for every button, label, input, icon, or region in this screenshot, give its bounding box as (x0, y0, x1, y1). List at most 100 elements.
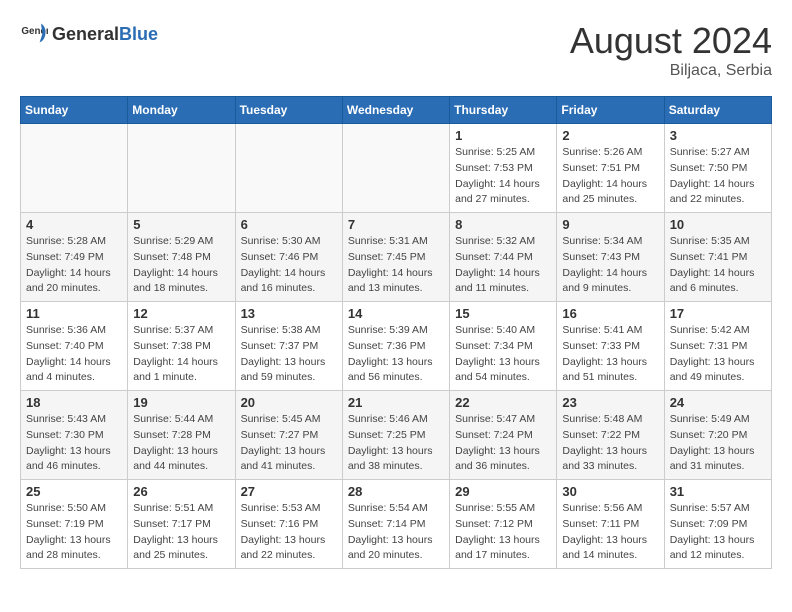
calendar-cell: 12Sunrise: 5:37 AMSunset: 7:38 PMDayligh… (128, 302, 235, 391)
day-detail: Sunrise: 5:26 AMSunset: 7:51 PMDaylight:… (562, 145, 658, 208)
calendar-cell: 19Sunrise: 5:44 AMSunset: 7:28 PMDayligh… (128, 391, 235, 480)
calendar-table: SundayMondayTuesdayWednesdayThursdayFrid… (20, 96, 772, 569)
column-header-saturday: Saturday (664, 97, 771, 124)
day-detail: Sunrise: 5:41 AMSunset: 7:33 PMDaylight:… (562, 323, 658, 386)
day-number: 20 (241, 395, 337, 410)
calendar-cell: 7Sunrise: 5:31 AMSunset: 7:45 PMDaylight… (342, 213, 449, 302)
calendar-header-row: SundayMondayTuesdayWednesdayThursdayFrid… (21, 97, 772, 124)
calendar-cell: 4 Sunrise: 5:28 AMSunset: 7:49 PMDaylight… (21, 213, 128, 302)
calendar-week-4: 18 Sunrise: 5:43 AMSunset: 7:30 PMDayligh… (21, 391, 772, 480)
day-detail: Sunrise: 5:54 AMSunset: 7:14 PMDaylight:… (348, 501, 444, 564)
column-header-monday: Monday (128, 97, 235, 124)
calendar-cell: 25 Sunrise: 5:50 AMSunset: 7:19 PMDayligh… (21, 480, 128, 569)
day-detail: Sunrise: 5:28 AMSunset: 7:49 PMDaylight:… (26, 234, 122, 297)
column-header-thursday: Thursday (450, 97, 557, 124)
day-detail: Sunrise: 5:44 AMSunset: 7:28 PMDaylight:… (133, 412, 229, 475)
calendar-cell: 8Sunrise: 5:32 AMSunset: 7:44 PMDaylight… (450, 213, 557, 302)
day-number: 18 (26, 395, 122, 410)
calendar-cell: 28 Sunrise: 5:54 AMSunset: 7:14 PMDayligh… (342, 480, 449, 569)
calendar-cell: 18 Sunrise: 5:43 AMSunset: 7:30 PMDayligh… (21, 391, 128, 480)
calendar-cell: 24 Sunrise: 5:49 AMSunset: 7:20 PMDayligh… (664, 391, 771, 480)
calendar-cell: 13 Sunrise: 5:38 AMSunset: 7:37 PMDayligh… (235, 302, 342, 391)
calendar-cell (342, 124, 449, 213)
day-detail: Sunrise: 5:50 AMSunset: 7:19 PMDaylight:… (26, 501, 122, 564)
calendar-cell: 1Sunrise: 5:25 AMSunset: 7:53 PMDaylight… (450, 124, 557, 213)
calendar-cell: 14Sunrise: 5:39 AMSunset: 7:36 PMDayligh… (342, 302, 449, 391)
calendar-cell: 21 Sunrise: 5:46 AMSunset: 7:25 PMDayligh… (342, 391, 449, 480)
day-number: 22 (455, 395, 551, 410)
calendar-cell: 17Sunrise: 5:42 AMSunset: 7:31 PMDayligh… (664, 302, 771, 391)
calendar-cell (235, 124, 342, 213)
day-number: 31 (670, 484, 766, 499)
day-detail: Sunrise: 5:35 AMSunset: 7:41 PMDaylight:… (670, 234, 766, 297)
day-number: 11 (26, 306, 122, 321)
day-number: 26 (133, 484, 229, 499)
day-number: 9 (562, 217, 658, 232)
day-number: 12 (133, 306, 229, 321)
page-header: General GeneralBlue August 2024 Biljaca,… (20, 20, 772, 80)
calendar-cell (21, 124, 128, 213)
day-number: 5 (133, 217, 229, 232)
logo-blue-text: Blue (119, 24, 158, 44)
calendar-week-3: 11 Sunrise: 5:36 AMSunset: 7:40 PMDayligh… (21, 302, 772, 391)
day-detail: Sunrise: 5:42 AMSunset: 7:31 PMDaylight:… (670, 323, 766, 386)
calendar-cell: 22 Sunrise: 5:47 AMSunset: 7:24 PMDayligh… (450, 391, 557, 480)
day-detail: Sunrise: 5:48 AMSunset: 7:22 PMDaylight:… (562, 412, 658, 475)
calendar-cell: 26 Sunrise: 5:51 AMSunset: 7:17 PMDayligh… (128, 480, 235, 569)
logo-icon: General (20, 20, 48, 48)
day-number: 25 (26, 484, 122, 499)
day-detail: Sunrise: 5:47 AMSunset: 7:24 PMDaylight:… (455, 412, 551, 475)
day-number: 23 (562, 395, 658, 410)
day-detail: Sunrise: 5:46 AMSunset: 7:25 PMDaylight:… (348, 412, 444, 475)
calendar-cell: 15Sunrise: 5:40 AMSunset: 7:34 PMDayligh… (450, 302, 557, 391)
calendar-cell: 31Sunrise: 5:57 AMSunset: 7:09 PMDayligh… (664, 480, 771, 569)
day-number: 28 (348, 484, 444, 499)
calendar-cell: 6 Sunrise: 5:30 AMSunset: 7:46 PMDaylight… (235, 213, 342, 302)
logo: General GeneralBlue (20, 20, 158, 48)
day-detail: Sunrise: 5:49 AMSunset: 7:20 PMDaylight:… (670, 412, 766, 475)
calendar-cell: 10 Sunrise: 5:35 AMSunset: 7:41 PMDayligh… (664, 213, 771, 302)
calendar-cell: 3 Sunrise: 5:27 AMSunset: 7:50 PMDaylight… (664, 124, 771, 213)
day-number: 27 (241, 484, 337, 499)
day-detail: Sunrise: 5:34 AMSunset: 7:43 PMDaylight:… (562, 234, 658, 297)
column-header-friday: Friday (557, 97, 664, 124)
calendar-cell: 20Sunrise: 5:45 AMSunset: 7:27 PMDayligh… (235, 391, 342, 480)
day-number: 2 (562, 128, 658, 143)
day-detail: Sunrise: 5:40 AMSunset: 7:34 PMDaylight:… (455, 323, 551, 386)
day-detail: Sunrise: 5:51 AMSunset: 7:17 PMDaylight:… (133, 501, 229, 564)
day-number: 21 (348, 395, 444, 410)
day-number: 4 (26, 217, 122, 232)
logo-general-text: General (52, 24, 119, 44)
day-detail: Sunrise: 5:32 AMSunset: 7:44 PMDaylight:… (455, 234, 551, 297)
calendar-cell: 2 Sunrise: 5:26 AMSunset: 7:51 PMDaylight… (557, 124, 664, 213)
day-detail: Sunrise: 5:29 AMSunset: 7:48 PMDaylight:… (133, 234, 229, 297)
day-detail: Sunrise: 5:25 AMSunset: 7:53 PMDaylight:… (455, 145, 551, 208)
calendar-week-5: 25 Sunrise: 5:50 AMSunset: 7:19 PMDayligh… (21, 480, 772, 569)
day-detail: Sunrise: 5:27 AMSunset: 7:50 PMDaylight:… (670, 145, 766, 208)
calendar-cell: 23 Sunrise: 5:48 AMSunset: 7:22 PMDayligh… (557, 391, 664, 480)
calendar-week-1: 1Sunrise: 5:25 AMSunset: 7:53 PMDaylight… (21, 124, 772, 213)
day-number: 7 (348, 217, 444, 232)
calendar-cell: 11 Sunrise: 5:36 AMSunset: 7:40 PMDayligh… (21, 302, 128, 391)
calendar-week-2: 4 Sunrise: 5:28 AMSunset: 7:49 PMDaylight… (21, 213, 772, 302)
day-number: 29 (455, 484, 551, 499)
calendar-cell: 9 Sunrise: 5:34 AMSunset: 7:43 PMDaylight… (557, 213, 664, 302)
day-detail: Sunrise: 5:38 AMSunset: 7:37 PMDaylight:… (241, 323, 337, 386)
day-detail: Sunrise: 5:56 AMSunset: 7:11 PMDaylight:… (562, 501, 658, 564)
day-detail: Sunrise: 5:36 AMSunset: 7:40 PMDaylight:… (26, 323, 122, 386)
column-header-sunday: Sunday (21, 97, 128, 124)
day-number: 3 (670, 128, 766, 143)
calendar-cell: 5 Sunrise: 5:29 AMSunset: 7:48 PMDaylight… (128, 213, 235, 302)
day-number: 6 (241, 217, 337, 232)
calendar-cell: 27 Sunrise: 5:53 AMSunset: 7:16 PMDayligh… (235, 480, 342, 569)
day-number: 30 (562, 484, 658, 499)
day-number: 14 (348, 306, 444, 321)
day-number: 24 (670, 395, 766, 410)
day-detail: Sunrise: 5:30 AMSunset: 7:46 PMDaylight:… (241, 234, 337, 297)
day-number: 13 (241, 306, 337, 321)
day-number: 10 (670, 217, 766, 232)
column-header-tuesday: Tuesday (235, 97, 342, 124)
day-detail: Sunrise: 5:53 AMSunset: 7:16 PMDaylight:… (241, 501, 337, 564)
column-header-wednesday: Wednesday (342, 97, 449, 124)
day-detail: Sunrise: 5:43 AMSunset: 7:30 PMDaylight:… (26, 412, 122, 475)
